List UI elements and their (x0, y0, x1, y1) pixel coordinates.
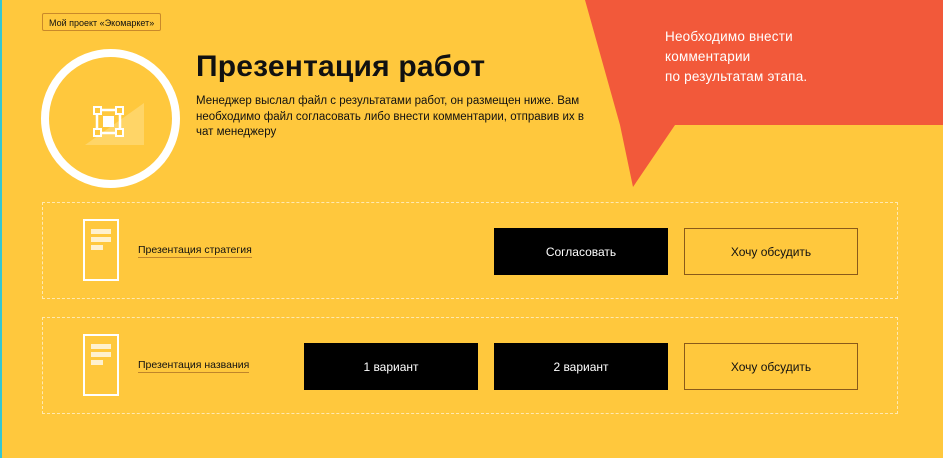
callout-line-3: по результатам этапа. (665, 69, 808, 84)
frame-transform-icon (85, 103, 144, 145)
callout-text: Необходимо внести комментарии по результ… (665, 27, 865, 87)
discuss-button[interactable]: Хочу обсудить (684, 343, 858, 390)
window-edge (0, 0, 2, 458)
deliverable-card-strategy: Презентация стратегия Согласовать Хочу о… (42, 202, 898, 299)
variant-1-button[interactable]: 1 вариант (304, 343, 478, 390)
stage-illustration (41, 49, 180, 188)
approve-button[interactable]: Согласовать (494, 228, 668, 275)
discuss-button[interactable]: Хочу обсудить (684, 228, 858, 275)
callout-line-1: Необходимо внести (665, 29, 793, 44)
document-icon (83, 219, 119, 281)
file-link-strategy[interactable]: Презентация стратегия (138, 244, 252, 258)
deliverable-card-naming: Презентация названия 1 вариант 2 вариант… (42, 317, 898, 414)
document-icon (83, 334, 119, 396)
project-badge[interactable]: Мой проект «Экомаркет» (42, 13, 162, 31)
page-description: Менеджер выслал файл с результатами рабо… (196, 95, 584, 138)
page-title: Презентация работ (196, 50, 486, 83)
callout-line-2: комментарии (665, 49, 751, 64)
file-link-naming[interactable]: Презентация названия (138, 359, 250, 373)
variant-2-button[interactable]: 2 вариант (494, 343, 668, 390)
